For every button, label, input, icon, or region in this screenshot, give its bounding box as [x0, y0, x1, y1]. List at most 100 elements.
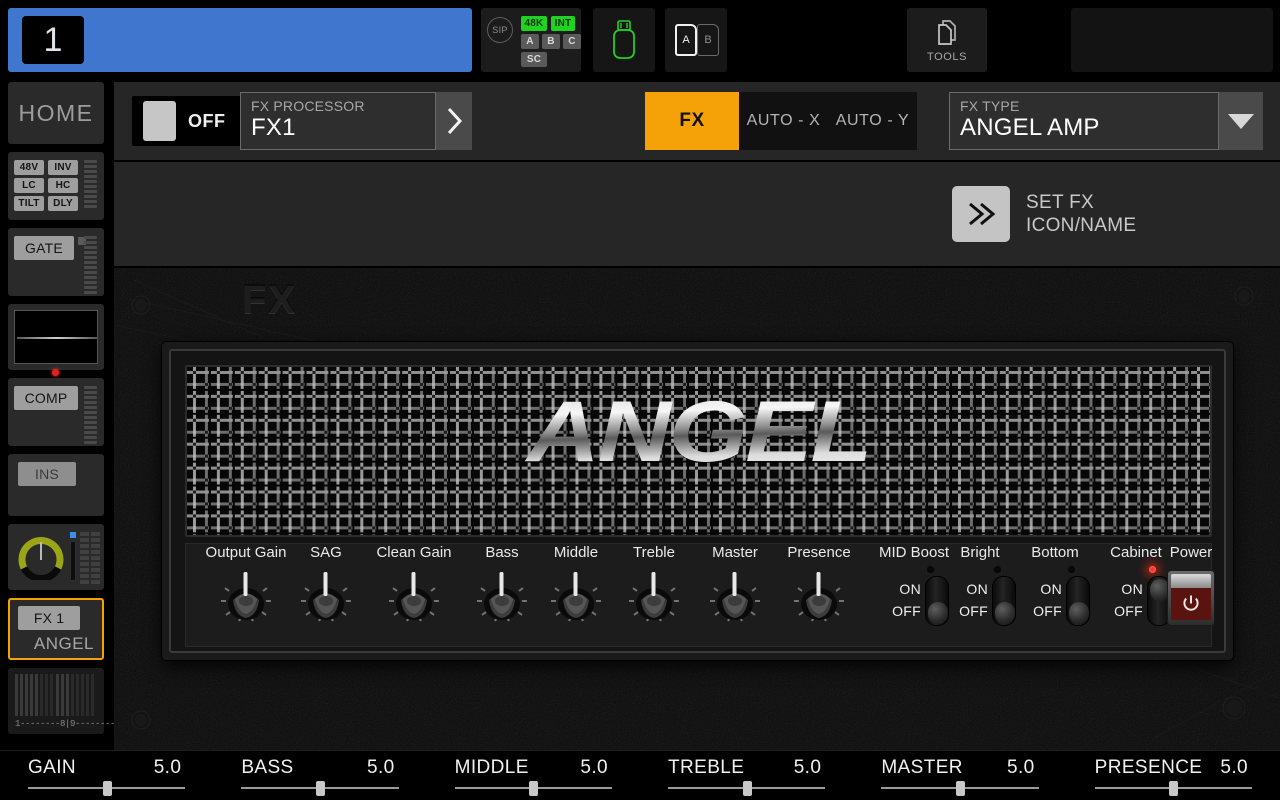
fx-processor-next-button[interactable] [436, 92, 472, 150]
switch-on-label: ON [966, 581, 988, 597]
usb-tile[interactable] [593, 8, 655, 72]
amp-knob-presence[interactable]: Presence [776, 544, 862, 630]
knob-body[interactable] [545, 568, 607, 630]
fx-power-switch-handle[interactable] [143, 101, 176, 141]
amp-knob-middle[interactable]: Middle [538, 544, 614, 630]
amp-switch-bright[interactable]: Bright ON OFF [944, 544, 1016, 632]
param-slider-thumb[interactable] [102, 781, 112, 796]
param-slider-thumb[interactable] [1169, 781, 1179, 796]
amp-knob-output-gain[interactable]: Output Gain [200, 544, 292, 630]
level-meter-right [91, 532, 100, 584]
fx1-value: ANGEL [33, 634, 94, 653]
layer-a-button[interactable]: A [675, 24, 697, 56]
gate-label[interactable]: GATE [14, 236, 74, 260]
knob-label: Output Gain [205, 544, 287, 561]
comp-label[interactable]: COMP [14, 386, 78, 410]
fx-power-toggle[interactable]: OFF [132, 96, 250, 146]
fx-mode-auto-x-tab[interactable]: AUTO - X [739, 92, 828, 150]
param-slider-thumb[interactable] [955, 781, 965, 796]
tag-lc[interactable]: LC [14, 178, 44, 193]
tag-48v[interactable]: 48V [14, 160, 44, 175]
scribble-scale-label: 1--------8|9--------16 [15, 719, 126, 729]
badge-c[interactable]: C [563, 34, 581, 49]
tag-inv[interactable]: INV [48, 160, 78, 175]
badge-b[interactable]: B [542, 34, 560, 49]
layer-b-button[interactable]: B [697, 24, 719, 56]
power-rocker-body[interactable] [1167, 570, 1215, 626]
bottom-param-gain[interactable]: GAIN 5.0 [0, 751, 214, 800]
tag-hc[interactable]: HC [48, 178, 78, 193]
bottom-param-master[interactable]: MASTER 5.0 [853, 751, 1067, 800]
amp-switch-bottom[interactable]: Bottom ON OFF [1018, 544, 1092, 632]
tag-dly[interactable]: DLY [48, 196, 78, 211]
amp-knob-bass[interactable]: Bass [466, 544, 538, 630]
knob-body[interactable] [215, 568, 277, 630]
switch-track[interactable] [1066, 576, 1090, 626]
param-slider-thumb[interactable] [742, 781, 752, 796]
sip-status-tile[interactable]: SIP 48K INT A B C SC [481, 8, 581, 72]
fx1-label[interactable]: FX 1 [18, 606, 80, 630]
switch-body[interactable]: ON OFF [877, 564, 951, 632]
sidebar-item-scribble-strip[interactable]: 1--------8|9--------16 [8, 668, 126, 734]
knob-body[interactable] [383, 568, 445, 630]
knob-body[interactable] [295, 568, 357, 630]
fx-type-selector[interactable]: FX TYPE ANGEL AMP [949, 92, 1219, 150]
amp-knob-master[interactable]: Master [698, 544, 772, 630]
bottom-param-middle[interactable]: MIDDLE 5.0 [427, 751, 640, 800]
param-slider-thumb[interactable] [529, 781, 539, 796]
fx-mode-auto-y-tab[interactable]: AUTO - Y [828, 92, 917, 150]
channel-fader-track[interactable] [70, 541, 76, 581]
amp-knob-treble[interactable]: Treble [618, 544, 690, 630]
param-header: MIDDLE 5.0 [427, 751, 640, 779]
switch-position-labels: ON OFF [1099, 578, 1143, 622]
sidebar-item-comp[interactable]: COMP [8, 369, 104, 446]
knob-body[interactable] [704, 568, 766, 630]
param-value: 5.0 [367, 757, 395, 778]
bottom-param-bass[interactable]: BASS 5.0 [213, 751, 427, 800]
blank-tile[interactable] [1071, 8, 1273, 72]
sidebar-item-eq[interactable] [8, 304, 104, 370]
knob-label: Master [712, 544, 758, 561]
fx-processor-selector[interactable]: FX PROCESSOR FX1 [240, 92, 436, 150]
ab-layer-tile[interactable]: A B [665, 8, 727, 72]
amp-power-switch[interactable]: Power [1158, 544, 1224, 626]
tag-tilt[interactable]: TILT [14, 196, 44, 211]
channel-strip-tab[interactable]: 1 [8, 8, 472, 72]
fx-processor-screen: 1 SIP 48K INT A B C SC A B TOOLS HOME 48… [0, 0, 1280, 800]
knob-dial-icon [794, 572, 844, 622]
knob-body[interactable] [471, 568, 533, 630]
sidebar-item-fx1[interactable]: FX 1 ANGEL [8, 598, 104, 660]
knob-body[interactable] [788, 568, 850, 630]
badge-48k[interactable]: 48K [521, 16, 547, 31]
ins-label[interactable]: INS [18, 462, 76, 486]
bottom-param-presence[interactable]: PRESENCE 5.0 [1067, 751, 1280, 800]
amp-knob-clean-gain[interactable]: Clean Gain [368, 544, 460, 630]
tools-button[interactable]: TOOLS [907, 8, 987, 72]
param-slider-thumb[interactable] [315, 781, 325, 796]
sidebar-item-pan-meter[interactable] [8, 524, 104, 590]
sidebar-item-preamp[interactable]: 48V INV LC HC TILT DLY [8, 152, 104, 220]
fx-processor-caption: FX PROCESSOR [251, 98, 365, 114]
sip-icon[interactable]: SIP [487, 17, 513, 43]
badge-a[interactable]: A [521, 34, 539, 49]
sidebar-item-home[interactable]: HOME [8, 82, 104, 144]
meter-peak-led [70, 532, 76, 538]
switch-body[interactable]: ON OFF [1018, 564, 1092, 632]
switch-body[interactable]: ON OFF [944, 564, 1018, 632]
fx-type-dropdown-button[interactable] [1219, 92, 1263, 150]
knob-body[interactable] [623, 568, 685, 630]
bottom-parameter-bar: GAIN 5.0 BASS 5.0 MIDDLE 5.0 TREBLE 5.0 MASTER 5.… [0, 750, 1280, 800]
sidebar-item-insert[interactable]: INS [8, 454, 104, 516]
badge-int[interactable]: INT [551, 16, 575, 31]
sidebar-item-gate[interactable]: GATE [8, 228, 104, 296]
badge-sc[interactable]: SC [521, 52, 547, 67]
set-fx-label-block: SET FX ICON/NAME [1026, 191, 1136, 237]
set-fx-icon-name-button[interactable]: SET FX ICON/NAME [952, 186, 1136, 242]
fx-mode-fx-tab[interactable]: FX [645, 92, 739, 150]
switch-off-label: OFF [1114, 603, 1143, 619]
amp-knob-sag[interactable]: SAG [290, 544, 362, 630]
switch-track[interactable] [992, 576, 1016, 626]
switch-nub[interactable] [995, 602, 1015, 624]
bottom-param-treble[interactable]: TREBLE 5.0 [640, 751, 854, 800]
switch-nub[interactable] [1069, 602, 1089, 624]
